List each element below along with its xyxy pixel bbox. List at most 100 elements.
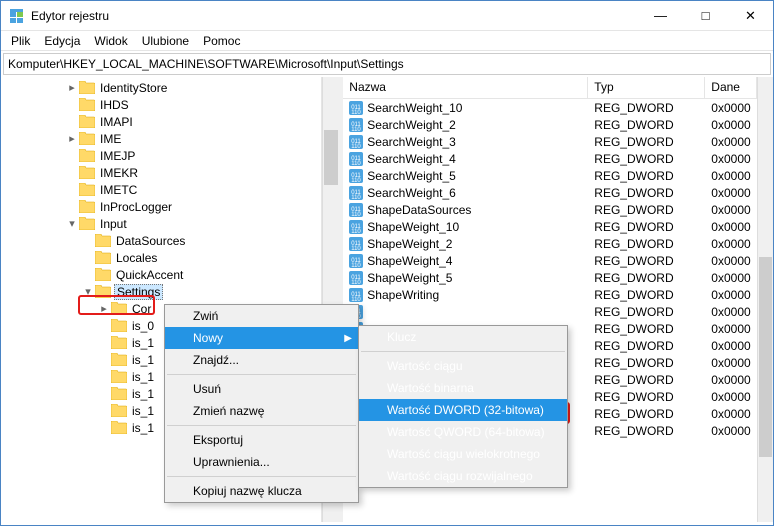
list-row[interactable]: REG_DWORD0x0000 [343, 303, 756, 320]
tree-label[interactable]: is_1 [130, 336, 156, 350]
tree-node[interactable]: ▸ IME [1, 130, 321, 147]
submenu-item[interactable]: Wartość ciągu [359, 355, 567, 377]
folder-icon [79, 132, 95, 145]
minimize-button[interactable]: — [638, 1, 683, 30]
reg-binary-icon [349, 220, 363, 234]
tree-node[interactable]: IMETC [1, 181, 321, 198]
reg-binary-icon [349, 169, 363, 183]
menubar: PlikEdycjaWidokUlubionePomoc [1, 31, 773, 51]
reg-binary-icon [349, 237, 363, 251]
tree-label[interactable]: is_1 [130, 353, 156, 367]
column-name[interactable]: Nazwa [343, 77, 588, 98]
reg-binary-icon [349, 254, 363, 268]
folder-icon [79, 98, 95, 111]
tree-toggle-icon[interactable]: ▸ [97, 302, 111, 315]
reg-binary-icon [349, 135, 363, 149]
tree-label[interactable]: is_1 [130, 404, 156, 418]
reg-binary-icon [349, 118, 363, 132]
context-item[interactable]: Uprawnienia... [165, 451, 358, 473]
tree-label[interactable]: Locales [114, 251, 159, 265]
tree-node[interactable]: InProcLogger [1, 198, 321, 215]
list-row[interactable]: ShapeWeight_4REG_DWORD0x0000 [343, 252, 756, 269]
tree-label[interactable]: Settings [114, 284, 163, 300]
list-row[interactable]: ShapeWeight_2REG_DWORD0x0000 [343, 235, 756, 252]
list-scrollbar[interactable] [757, 77, 773, 522]
tree-label[interactable]: QuickAccent [114, 268, 185, 282]
list-row[interactable]: ShapeWeight_10REG_DWORD0x0000 [343, 218, 756, 235]
column-type[interactable]: Typ [588, 77, 705, 98]
tree-toggle-icon[interactable]: ▸ [65, 81, 79, 94]
tree-label[interactable]: is_0 [130, 319, 156, 333]
maximize-button[interactable]: □ [683, 1, 728, 30]
menu-plik[interactable]: Plik [5, 32, 36, 50]
list-row[interactable]: SearchWeight_4REG_DWORD0x0000 [343, 150, 756, 167]
folder-icon [79, 217, 95, 230]
tree-label[interactable]: IMAPI [98, 115, 135, 129]
close-button[interactable]: ✕ [728, 1, 773, 30]
tree-label[interactable]: DataSources [114, 234, 187, 248]
reg-binary-icon [349, 203, 363, 217]
list-row[interactable]: SearchWeight_10REG_DWORD0x0000 [343, 99, 756, 116]
context-item[interactable]: Kopiuj nazwę klucza [165, 480, 358, 502]
tree-node[interactable]: QuickAccent [1, 266, 321, 283]
registry-editor-window: Edytor rejestru — □ ✕ PlikEdycjaWidokUlu… [0, 0, 774, 526]
tree-node[interactable]: IMEKR [1, 164, 321, 181]
tree-toggle-icon[interactable]: ▾ [65, 217, 79, 230]
tree-toggle-icon[interactable]: ▸ [65, 132, 79, 145]
tree-label[interactable]: is_1 [130, 387, 156, 401]
context-item[interactable]: Usuń [165, 378, 358, 400]
tree-label[interactable]: Cor [130, 302, 153, 316]
context-item[interactable]: Eksportuj [165, 429, 358, 451]
tree-node[interactable]: ▾ Settings [1, 283, 321, 300]
submenu-item[interactable]: Wartość binarna [359, 377, 567, 399]
list-row[interactable]: SearchWeight_5REG_DWORD0x0000 [343, 167, 756, 184]
folder-icon [111, 302, 127, 315]
tree-label[interactable]: is_1 [130, 421, 156, 435]
list-row[interactable]: SearchWeight_2REG_DWORD0x0000 [343, 116, 756, 133]
folder-icon [95, 234, 111, 247]
tree-label[interactable]: IMEKR [98, 166, 140, 180]
tree-node[interactable]: Locales [1, 249, 321, 266]
folder-icon [79, 149, 95, 162]
list-row[interactable]: SearchWeight_3REG_DWORD0x0000 [343, 133, 756, 150]
tree-node[interactable]: DataSources [1, 232, 321, 249]
context-item[interactable]: Nowy▶KluczWartość ciąguWartość binarnaWa… [165, 327, 358, 349]
tree-label[interactable]: IMEJP [98, 149, 137, 163]
list-row[interactable]: ShapeWeight_5REG_DWORD0x0000 [343, 269, 756, 286]
list-row[interactable]: ShapeDataSourcesREG_DWORD0x0000 [343, 201, 756, 218]
submenu-item[interactable]: Wartość DWORD (32-bitowa) [359, 399, 567, 421]
menu-edycja[interactable]: Edycja [38, 32, 86, 50]
context-item[interactable]: Zwiń [165, 305, 358, 327]
address-bar[interactable]: Komputer\HKEY_LOCAL_MACHINE\SOFTWARE\Mic… [3, 53, 771, 75]
list-row[interactable]: ShapeWritingREG_DWORD0x0000 [343, 286, 756, 303]
tree-node[interactable]: ▾ Input [1, 215, 321, 232]
tree-label[interactable]: IME [98, 132, 123, 146]
menu-ulubione[interactable]: Ulubione [136, 32, 195, 50]
folder-icon [111, 319, 127, 332]
context-item[interactable]: Zmień nazwę [165, 400, 358, 422]
submenu-item[interactable]: Wartość ciągu rozwijalnego [359, 465, 567, 487]
folder-icon [95, 251, 111, 264]
menu-pomoc[interactable]: Pomoc [197, 32, 246, 50]
context-item[interactable]: Znajdź... [165, 349, 358, 371]
tree-label[interactable]: Input [98, 217, 129, 231]
tree-node[interactable]: IMAPI [1, 113, 321, 130]
submenu-item[interactable]: Klucz [359, 326, 567, 348]
tree-label[interactable]: IMETC [98, 183, 139, 197]
tree-node[interactable]: IMEJP [1, 147, 321, 164]
tree-node[interactable]: IHDS [1, 96, 321, 113]
column-data[interactable]: Dane [705, 77, 756, 98]
submenu-item[interactable]: Wartość ciągu wielokrotnego [359, 443, 567, 465]
tree-label[interactable]: is_1 [130, 370, 156, 384]
tree-label[interactable]: IdentityStore [98, 81, 169, 95]
submenu-item[interactable]: Wartość QWORD (64-bitowa) [359, 421, 567, 443]
tree-toggle-icon[interactable]: ▾ [81, 285, 95, 298]
menu-widok[interactable]: Widok [88, 32, 133, 50]
tree-label[interactable]: IHDS [98, 98, 131, 112]
tree-label[interactable]: InProcLogger [98, 200, 174, 214]
tree-node[interactable]: ▸ IdentityStore [1, 79, 321, 96]
context-menu: ZwińNowy▶KluczWartość ciąguWartość binar… [164, 304, 359, 503]
list-row[interactable]: SearchWeight_6REG_DWORD0x0000 [343, 184, 756, 201]
context-submenu: KluczWartość ciąguWartość binarnaWartość… [358, 325, 568, 488]
reg-binary-icon [349, 152, 363, 166]
